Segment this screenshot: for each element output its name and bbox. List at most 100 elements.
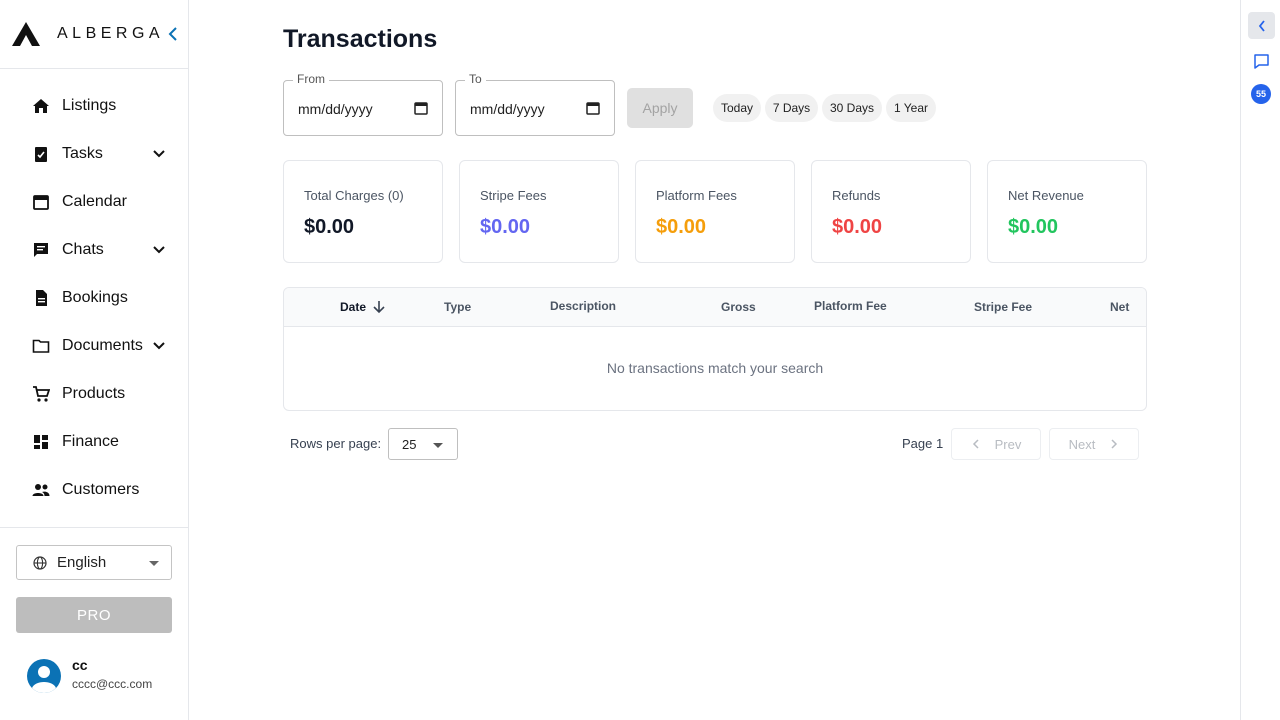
sidebar-item-customers[interactable]: Customers [0, 466, 188, 514]
summary-value: $0.00 [656, 216, 707, 238]
user-avatar-icon [32, 666, 56, 693]
notification-badge[interactable]: 55 [1251, 84, 1271, 104]
column-header-net[interactable]: Net [1110, 300, 1129, 314]
sidebar-item-label: Listings [62, 97, 117, 114]
document-icon [32, 289, 50, 307]
right-rail: 55 [1240, 0, 1280, 720]
sidebar-item-tasks[interactable]: Tasks [0, 130, 188, 178]
column-header-date[interactable]: Date [340, 300, 366, 314]
transactions-table: Date Type Description Gross Platform Fee… [283, 287, 1147, 411]
chevron-left-icon [168, 27, 177, 41]
chat-icon [32, 241, 50, 259]
column-header-gross[interactable]: Gross [721, 300, 756, 314]
next-page-label: Next [1068, 436, 1096, 452]
range-1-year-chip[interactable]: 1 Year [886, 94, 936, 122]
prev-page-button[interactable]: Prev [951, 428, 1041, 460]
sidebar-item-products[interactable]: Products [0, 370, 188, 418]
user-email: cccc@ccc.com [72, 677, 153, 691]
column-header-type[interactable]: Type [444, 300, 471, 314]
collapse-sidebar-button[interactable] [164, 25, 182, 43]
next-page-button[interactable]: Next [1049, 428, 1139, 460]
brand-header: ALBERGA [0, 0, 188, 69]
caret-down-icon [149, 561, 159, 566]
language-value: English [57, 554, 107, 571]
sidebar-item-label: Calendar [62, 193, 127, 210]
from-date-input[interactable]: mm/dd/yyyy [298, 101, 373, 117]
summary-value: $0.00 [480, 216, 531, 238]
calendar-icon[interactable] [414, 101, 428, 115]
caret-down-icon [433, 443, 443, 448]
sidebar: ALBERGA Listings Tasks Calendar Chats Bo… [0, 0, 189, 720]
summary-value: $0.00 [304, 216, 355, 238]
expand-panel-button[interactable] [1248, 12, 1275, 39]
rows-per-page-label: Rows per page: [290, 436, 382, 451]
people-icon [32, 481, 50, 499]
range-today-chip[interactable]: Today [713, 94, 761, 122]
chevron-down-icon[interactable] [150, 241, 168, 259]
sidebar-footer: English PRO cc cccc@ccc.com [0, 527, 188, 720]
arrow-down-icon[interactable] [372, 300, 386, 314]
column-header-stripe-fee[interactable]: Stripe Fee [974, 300, 1032, 314]
summary-value: $0.00 [832, 216, 883, 238]
sidebar-item-listings[interactable]: Listings [0, 82, 188, 130]
column-header-platform-fee[interactable]: Platform Fee [814, 299, 887, 313]
summary-label: Stripe Fees [480, 188, 547, 203]
sidebar-nav: Listings Tasks Calendar Chats Bookings D… [0, 69, 188, 514]
sidebar-item-bookings[interactable]: Bookings [0, 274, 188, 322]
summary-card-total-charges: Total Charges (0) $0.00 [283, 160, 443, 263]
folder-icon [32, 337, 50, 355]
sidebar-item-label: Tasks [62, 145, 103, 162]
from-date-label: From [293, 72, 329, 86]
rows-per-page-value: 25 [402, 437, 417, 452]
sidebar-item-label: Documents [62, 337, 143, 354]
table-header: Date Type Description Gross Platform Fee… [284, 288, 1146, 327]
chevron-down-icon[interactable] [150, 337, 168, 355]
sidebar-item-label: Bookings [62, 289, 128, 306]
sidebar-item-calendar[interactable]: Calendar [0, 178, 188, 226]
page-indicator: Page 1 [902, 436, 944, 451]
from-date-field[interactable]: From mm/dd/yyyy [283, 72, 443, 136]
to-date-label: To [465, 72, 486, 86]
summary-label: Total Charges (0) [304, 188, 404, 203]
page-title: Transactions [283, 25, 438, 53]
range-7-days-chip[interactable]: 7 Days [765, 94, 818, 122]
sidebar-item-finance[interactable]: Finance [0, 418, 188, 466]
sidebar-item-label: Products [62, 385, 126, 402]
calendar-icon [32, 193, 50, 211]
summary-card-platform-fees: Platform Fees $0.00 [635, 160, 795, 263]
user-info: cc cccc@ccc.com [72, 657, 152, 693]
sidebar-item-documents[interactable]: Documents [0, 322, 188, 370]
summary-label: Refunds [832, 188, 881, 203]
to-date-field[interactable]: To mm/dd/yyyy [455, 72, 615, 136]
user-profile[interactable]: cc cccc@ccc.com [27, 657, 152, 693]
summary-value: $0.00 [1008, 216, 1059, 238]
user-name: cc [72, 657, 88, 673]
column-header-description[interactable]: Description [550, 299, 616, 313]
chat-bubble-icon[interactable] [1253, 53, 1270, 70]
rows-per-page-select[interactable]: 25 [388, 428, 458, 460]
globe-icon [33, 555, 47, 570]
summary-card-net-revenue: Net Revenue $0.00 [987, 160, 1147, 263]
calendar-icon[interactable] [586, 101, 600, 115]
summary-label: Net Revenue [1008, 188, 1084, 203]
apply-button[interactable]: Apply [627, 88, 693, 128]
chevron-down-icon[interactable] [150, 145, 168, 163]
summary-card-stripe-fees: Stripe Fees $0.00 [459, 160, 619, 263]
chevron-left-icon [972, 439, 979, 449]
sidebar-item-chats[interactable]: Chats [0, 226, 188, 274]
chevron-left-icon [1258, 19, 1265, 32]
summary-label: Platform Fees [656, 188, 737, 203]
cart-icon [32, 385, 50, 403]
sidebar-item-label: Chats [62, 241, 104, 258]
brand-logo-icon [12, 22, 40, 46]
language-select[interactable]: English [16, 545, 172, 580]
sidebar-item-label: Finance [62, 433, 119, 450]
task-icon [32, 145, 50, 163]
pro-button[interactable]: PRO [16, 597, 172, 633]
sidebar-item-label: Customers [62, 481, 140, 498]
to-date-input[interactable]: mm/dd/yyyy [470, 101, 545, 117]
empty-state-message: No transactions match your search [606, 360, 824, 376]
range-30-days-chip[interactable]: 30 Days [822, 94, 882, 122]
prev-page-label: Prev [994, 436, 1022, 452]
brand-name: ALBERGA [57, 25, 165, 42]
